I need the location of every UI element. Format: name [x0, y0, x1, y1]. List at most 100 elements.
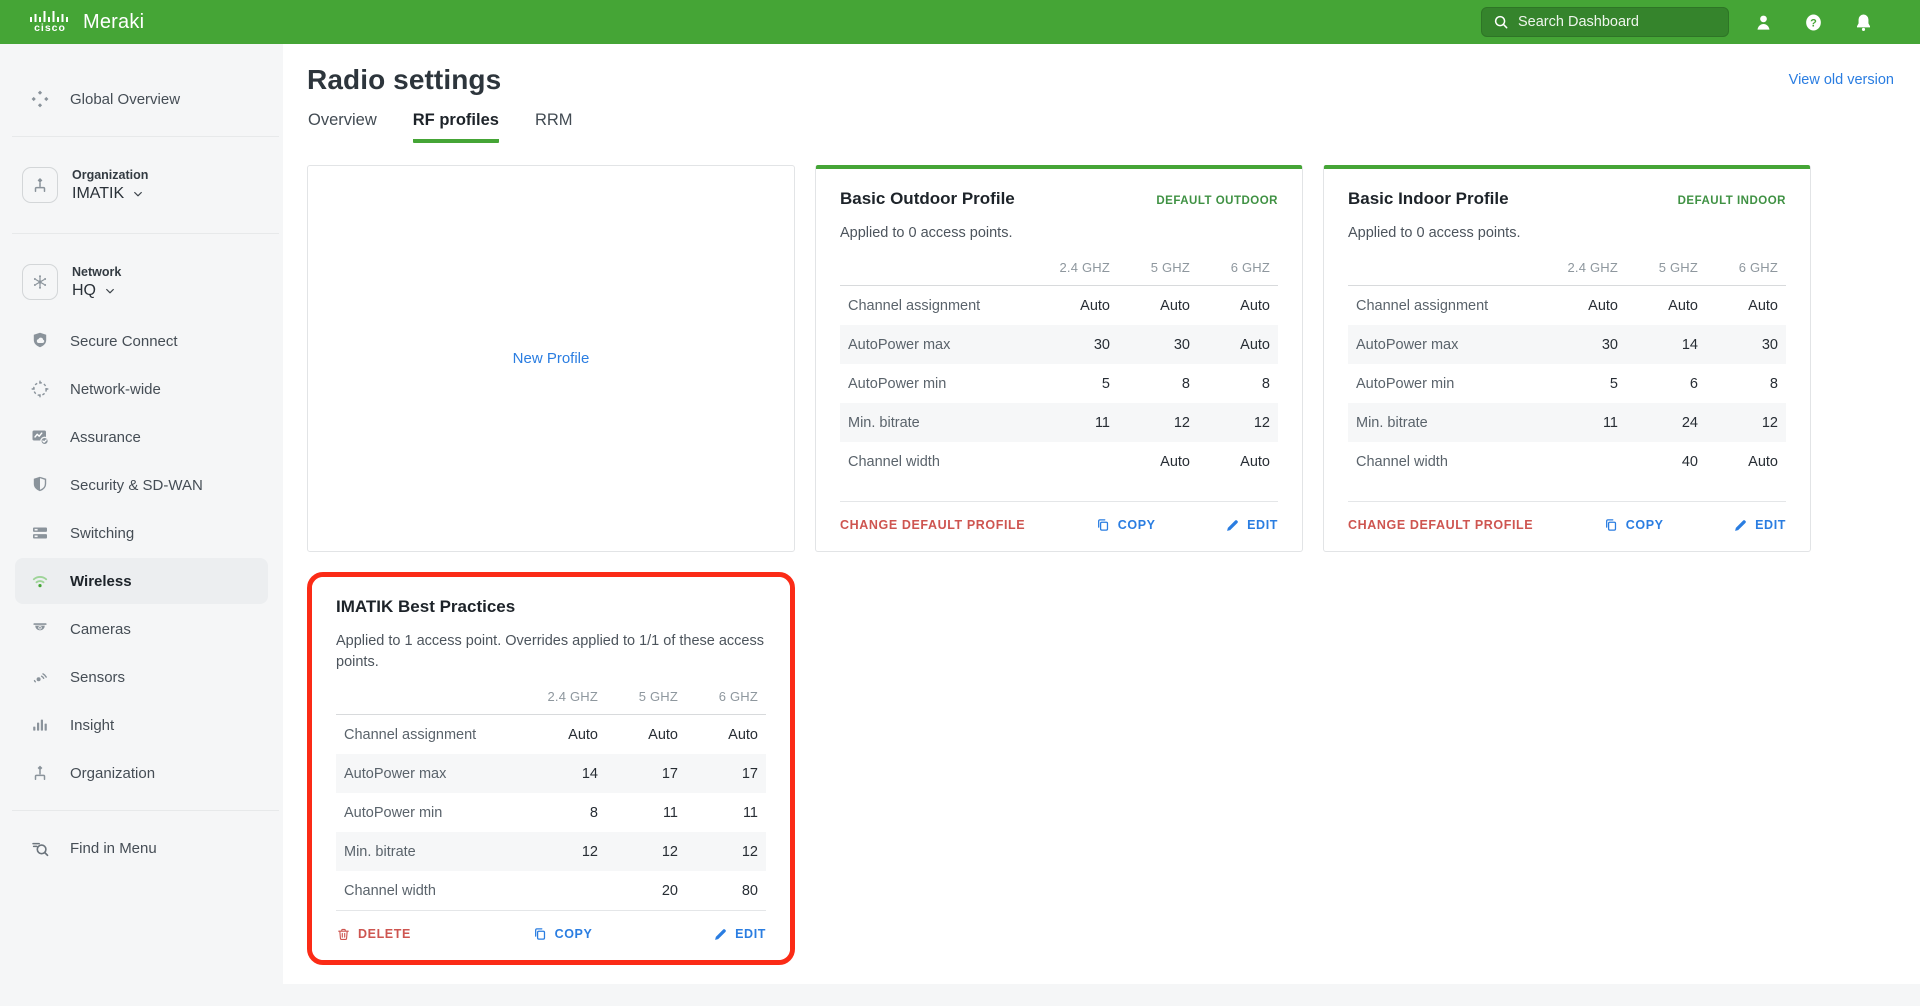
row-value-5ghz: Auto: [598, 727, 678, 743]
row-label: AutoPower min: [1356, 376, 1538, 392]
card-body: Basic Indoor Profile DEFAULT INDOOR Appl…: [1324, 169, 1810, 551]
tab-overview[interactable]: Overview: [308, 111, 377, 143]
context-label: Network: [72, 265, 121, 279]
row-label: Channel assignment: [848, 298, 1030, 314]
new-profile-card[interactable]: New Profile: [307, 165, 795, 552]
cisco-wordmark: cisco: [34, 23, 66, 34]
column-header-2-4ghz: 2.4 GHZ: [1538, 260, 1618, 275]
notifications-bell-icon[interactable]: [1853, 12, 1874, 33]
row-value-6ghz: Auto: [1190, 298, 1270, 314]
table-header: 2.4 GHZ 5 GHZ 6 GHZ: [840, 260, 1278, 286]
edit-button[interactable]: EDIT: [1733, 518, 1786, 533]
change-default-profile-button[interactable]: CHANGE DEFAULT PROFILE: [1348, 518, 1533, 532]
profile-card-basic-indoor-profile: Basic Indoor Profile DEFAULT INDOOR Appl…: [1323, 165, 1811, 552]
trash-icon: [336, 927, 351, 942]
sidebar-item-cameras[interactable]: Cameras: [15, 606, 268, 652]
view-old-version-link[interactable]: View old version: [1789, 72, 1894, 88]
sidebar-context-network[interactable]: Network HQ: [0, 248, 283, 316]
svg-text:?: ?: [1810, 17, 1817, 29]
copy-button[interactable]: COPY: [532, 926, 593, 942]
help-icon[interactable]: ?: [1803, 12, 1824, 33]
copy-button[interactable]: COPY: [1095, 517, 1156, 533]
sidebar-item-network-wide[interactable]: Network-wide: [15, 366, 268, 412]
sidebar-context-organization[interactable]: Organization IMATIK: [0, 151, 283, 219]
profile-card-title: IMATIK Best Practices: [336, 597, 515, 617]
organization-box-icon: [22, 167, 58, 203]
row-value-2-4ghz: 8: [518, 805, 598, 821]
context-value: HQ: [72, 282, 96, 300]
sidebar-item-label: Find in Menu: [70, 840, 157, 857]
sidebar-item-label: Secure Connect: [70, 333, 178, 350]
profile-card-title: Basic Indoor Profile: [1348, 189, 1509, 209]
row-value-6ghz: 30: [1698, 337, 1778, 353]
sidebar-item-label: Cameras: [70, 621, 131, 638]
edit-button[interactable]: EDIT: [1225, 518, 1278, 533]
sidebar-item-sensors[interactable]: Sensors: [15, 654, 268, 700]
sidebar-item-label: Security & SD-WAN: [70, 477, 203, 494]
table-row: Channel width 20 80: [336, 871, 766, 910]
row-value-5ghz: 11: [598, 805, 678, 821]
global-overview-icon: [30, 89, 50, 109]
sidebar: Global Overview Organization IMATIK Netw…: [0, 44, 283, 1006]
assurance-icon: [30, 427, 50, 447]
row-value-5ghz: 12: [1110, 415, 1190, 431]
row-label: Channel width: [848, 454, 1030, 470]
sidebar-item-label: Assurance: [70, 429, 141, 446]
column-header-2-4ghz: 2.4 GHZ: [518, 689, 598, 704]
column-header-2-4ghz: 2.4 GHZ: [1030, 260, 1110, 275]
copy-button[interactable]: COPY: [1603, 517, 1664, 533]
row-value-2-4ghz: Auto: [1538, 298, 1618, 314]
card-footer: CHANGE DEFAULT PROFILE COPY EDIT: [840, 501, 1278, 533]
sidebar-item-insight[interactable]: Insight: [15, 702, 268, 748]
table-row: Channel width 40 Auto: [1348, 442, 1786, 481]
table-header: 2.4 GHZ 5 GHZ 6 GHZ: [1348, 260, 1786, 286]
row-label: Channel assignment: [1356, 298, 1538, 314]
row-value-6ghz: 8: [1698, 376, 1778, 392]
sidebar-item-global-overview[interactable]: Global Overview: [15, 76, 268, 122]
sidebar-nav: Global Overview Organization IMATIK Netw…: [0, 76, 283, 871]
row-value-2-4ghz: 12: [518, 844, 598, 860]
sidebar-item-assurance[interactable]: Assurance: [15, 414, 268, 460]
card-body: Basic Outdoor Profile DEFAULT OUTDOOR Ap…: [816, 169, 1302, 551]
user-account-icon[interactable]: [1753, 12, 1774, 33]
meraki-wordmark: Meraki: [83, 11, 144, 34]
tab-rf-profiles[interactable]: RF profiles: [413, 111, 499, 143]
tab-rrm[interactable]: RRM: [535, 111, 573, 143]
row-label: Min. bitrate: [848, 415, 1030, 431]
row-value-6ghz: 12: [678, 844, 758, 860]
edit-button[interactable]: EDIT: [713, 927, 766, 942]
row-value-6ghz: 11: [678, 805, 758, 821]
delete-button[interactable]: DELETE: [336, 927, 411, 942]
page-head: Radio settings View old version: [283, 44, 1920, 96]
table-row: Min. bitrate 11 24 12: [1348, 403, 1786, 442]
brand: cisco Meraki: [30, 10, 144, 34]
sidebar-item-secure-connect[interactable]: Secure Connect: [15, 318, 268, 364]
sidebar-item-find-in-menu[interactable]: Find in Menu: [15, 825, 268, 871]
new-profile-link[interactable]: New Profile: [513, 350, 590, 367]
sidebar-item-switching[interactable]: Switching: [15, 510, 268, 556]
column-header-6ghz: 6 GHZ: [1698, 260, 1778, 275]
search-input[interactable]: [1518, 14, 1718, 30]
row-label: AutoPower min: [848, 376, 1030, 392]
sidebar-item-organization[interactable]: Organization: [15, 750, 268, 796]
row-value-6ghz: 12: [1698, 415, 1778, 431]
row-label: Min. bitrate: [344, 844, 518, 860]
switching-icon: [30, 523, 50, 543]
profile-card-basic-outdoor-profile: Basic Outdoor Profile DEFAULT OUTDOOR Ap…: [815, 165, 1303, 552]
tab-bar: Overview RF profiles RRM: [283, 111, 1920, 143]
row-value-6ghz: 8: [1190, 376, 1270, 392]
sidebar-item-wireless[interactable]: Wireless: [15, 558, 268, 604]
sidebar-item-security-sd-wan[interactable]: Security & SD-WAN: [15, 462, 268, 508]
cameras-icon: [30, 619, 50, 639]
change-default-profile-button[interactable]: CHANGE DEFAULT PROFILE: [840, 518, 1025, 532]
row-value-2-4ghz: 30: [1538, 337, 1618, 353]
dashboard-search[interactable]: [1481, 7, 1729, 37]
row-value-5ghz: 20: [598, 883, 678, 899]
table-row: Min. bitrate 12 12 12: [336, 832, 766, 871]
insight-icon: [30, 715, 50, 735]
sidebar-item-label: Network-wide: [70, 381, 161, 398]
context-value: IMATIK: [72, 185, 124, 203]
row-label: Channel width: [344, 883, 518, 899]
row-value-5ghz: 12: [598, 844, 678, 860]
sidebar-divider: [12, 233, 279, 234]
